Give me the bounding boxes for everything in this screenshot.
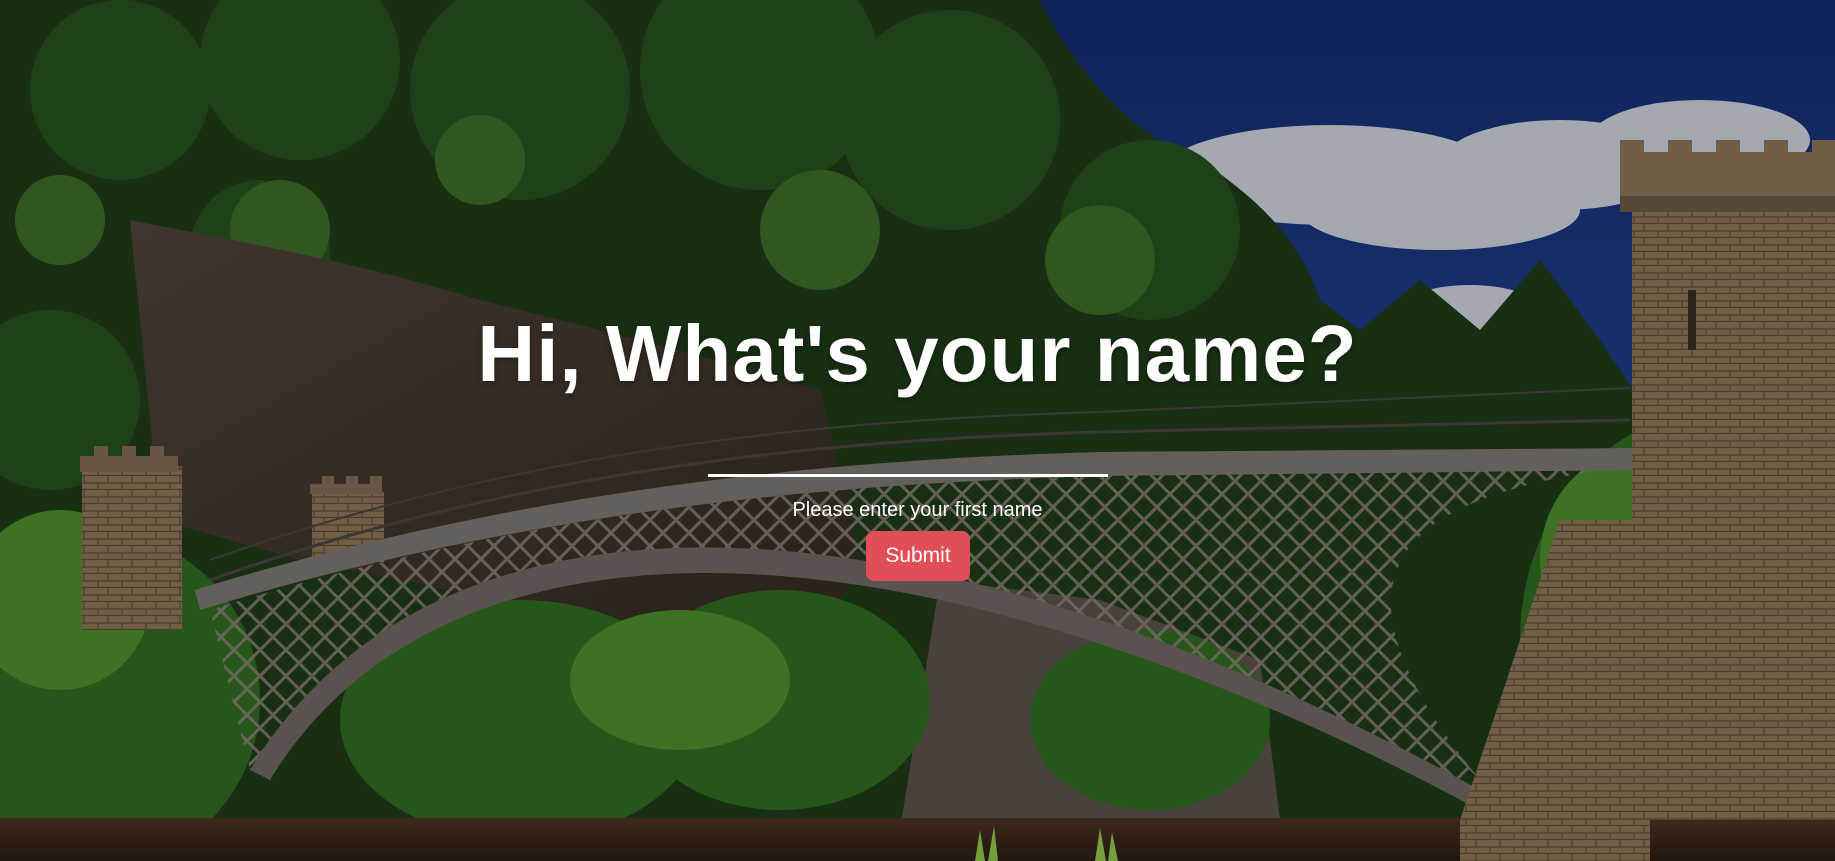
greeting-screen: Hi, What's your name? Please enter your … xyxy=(0,0,1835,861)
greeting-heading: Hi, What's your name? xyxy=(477,309,1358,398)
first-name-helper-text: Please enter your first name xyxy=(792,499,1043,521)
first-name-input[interactable] xyxy=(708,446,1108,477)
submit-button[interactable]: Submit xyxy=(866,531,970,581)
image-dim-overlay xyxy=(0,0,1835,861)
